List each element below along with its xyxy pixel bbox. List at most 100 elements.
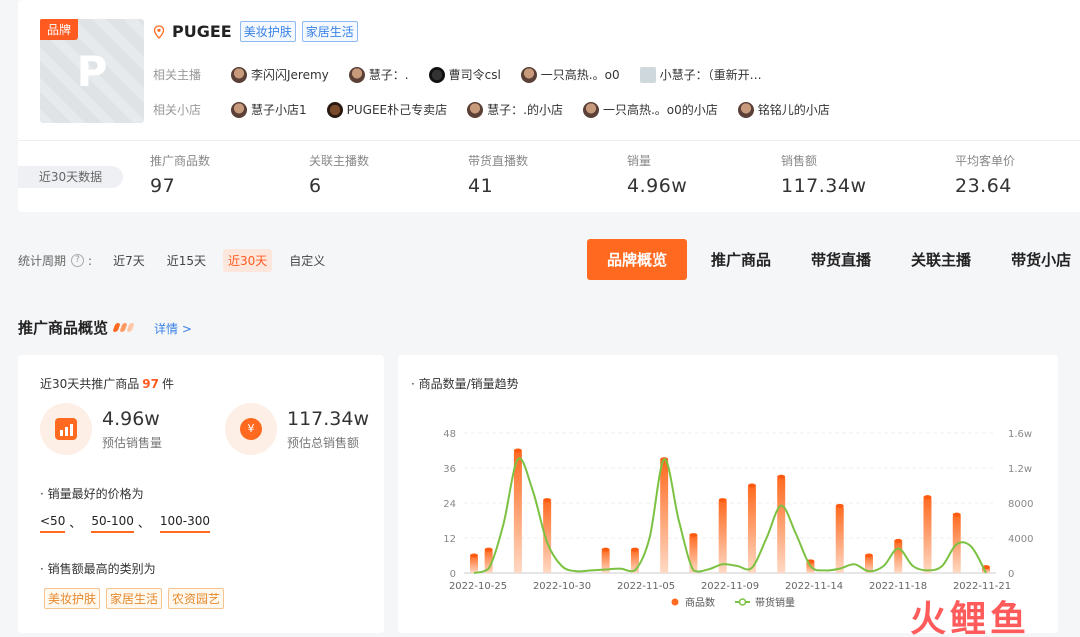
chart-bar	[747, 485, 756, 573]
chart-bar	[835, 505, 844, 573]
category-tag[interactable]: 美妆护肤	[44, 588, 101, 609]
tab-products[interactable]: 推广商品	[711, 249, 771, 270]
sales-label: 预估销售量	[102, 435, 163, 450]
chart-bar-cap	[894, 538, 903, 543]
related-anchor[interactable]: 小慧子：（重新开…	[639, 66, 762, 83]
related-anchors-row: 相关主播 李闪闪Jeremy 慧子：. 曹司令csl 一只高热.。o0 小慧子：…	[153, 66, 782, 83]
price-range-list: <50、 50-100、 100-300	[40, 514, 214, 533]
brand-name: PUGEE	[172, 22, 232, 41]
x-tick-label: 2022-11-09	[701, 581, 759, 592]
x-tick-label: 2022-11-05	[617, 581, 675, 592]
main-tabs: 品牌概览 推广商品 带货直播 关联主播 带货小店	[587, 239, 1071, 280]
avatar	[467, 101, 484, 118]
stat-lives: 带货直播数 41	[468, 154, 529, 197]
price-range: <50	[40, 514, 66, 533]
related-shop[interactable]: 一只高热.。o0的小店	[582, 101, 718, 118]
period-15d[interactable]: 近15天	[162, 249, 211, 272]
period-label: 统计周期	[18, 254, 67, 268]
chart-bar-cap	[835, 503, 844, 508]
y-right-tick-label: 4000	[1008, 534, 1033, 545]
tab-brand-overview[interactable]: 品牌概览	[587, 239, 688, 280]
period-selector: 统计周期 ? : 近7天 近15天 近30天 自定义	[18, 249, 330, 272]
avatar	[326, 101, 343, 118]
y-left-tick-label: 24	[443, 499, 456, 510]
chart-bar	[923, 497, 932, 573]
y-right-tick-label: 1.6w	[1008, 429, 1032, 440]
tab-shops[interactable]: 带货小店	[1011, 249, 1071, 270]
period-30d[interactable]: 近30天	[222, 249, 273, 272]
related-anchor[interactable]: 慧子：.	[348, 66, 409, 83]
category-tag[interactable]: 家居生活	[106, 588, 163, 609]
related-anchor[interactable]: 李闪闪Jeremy	[231, 66, 329, 83]
help-icon[interactable]: ?	[71, 254, 85, 267]
related-shop[interactable]: 铭铭儿的小店	[737, 101, 830, 118]
stat-avg-price: 平均客单价 23.64	[955, 154, 1016, 197]
avatar	[737, 101, 754, 118]
avatar	[520, 66, 537, 83]
period-7d[interactable]: 近7天	[108, 249, 150, 272]
brand-logo-letter: P	[76, 47, 108, 96]
chart-bar	[470, 555, 478, 573]
section-title: 推广商品概览	[18, 317, 135, 338]
section-deco-icon	[112, 323, 135, 332]
watermark-logo: 火鲤鱼	[910, 599, 1031, 637]
best-price-title: · 销量最好的价格为	[40, 487, 144, 501]
avatar	[231, 66, 247, 83]
stat-sales: 销量 4.96w	[627, 154, 688, 197]
kpi-revenue: ¥ 117.34w 预估总销售额	[225, 403, 369, 455]
yen-icon: ¥	[225, 403, 277, 455]
related-anchor[interactable]: 一只高热.。o0	[520, 66, 620, 83]
x-tick-label: 2022-10-25	[449, 581, 507, 592]
chart-bar-cap	[718, 498, 727, 503]
stats-period-label: 近30天数据	[18, 166, 123, 188]
summary-head: 近30天共推广商品 97 件	[40, 377, 174, 391]
related-anchors-label: 相关主播	[153, 68, 202, 82]
chart-bar	[689, 535, 698, 573]
brand-card: P 品牌 PUGEE 美妆护肤 家居生活 相关主播 李闪闪Jeremy 慧子：.…	[18, 0, 1080, 212]
chart-bar	[660, 459, 669, 573]
category-tag[interactable]: 农资园艺	[168, 588, 225, 609]
revenue-value: 117.34w	[287, 407, 370, 430]
related-shops-row: 相关小店 慧子小店1 PUGEE朴己专卖店 慧子：.的小店 一只高热.。o0的小…	[153, 101, 850, 118]
chart-bar-cap	[543, 498, 552, 503]
chart-bar-cap	[470, 553, 478, 558]
legend-line-label: 带货销量	[755, 596, 795, 609]
chart-bar-cap	[923, 495, 932, 500]
period-colon: :	[88, 253, 93, 268]
tab-live[interactable]: 带货直播	[811, 249, 871, 270]
chart-bar-cap	[952, 512, 961, 517]
related-shop[interactable]: PUGEE朴己专卖店	[326, 101, 447, 118]
chart-bar	[718, 500, 727, 573]
summary-card: 近30天共推广商品 97 件 4.96w 预估销售量 ¥ 117.34w 预估总销售…	[18, 355, 384, 633]
y-left-tick-label: 0	[450, 569, 456, 580]
section-detail-link[interactable]: 详情 >	[154, 320, 192, 337]
y-right-tick-label: 8000	[1008, 499, 1033, 510]
period-custom[interactable]: 自定义	[284, 249, 330, 272]
y-left-tick-label: 12	[443, 534, 456, 545]
chart-bar	[777, 476, 786, 573]
price-range: 100-300	[159, 514, 211, 533]
related-shop[interactable]: 慧子：.的小店	[467, 101, 563, 118]
brand-tag[interactable]: 家居生活	[301, 21, 358, 42]
chart-bar	[894, 540, 903, 573]
stat-anchors: 关联主播数 6	[309, 154, 370, 197]
avatar	[348, 66, 365, 83]
related-anchor[interactable]: 曹司令csl	[428, 66, 501, 83]
chart-bar-cap	[689, 533, 698, 538]
revenue-label: 预估总销售额	[287, 435, 360, 450]
legend-bar-marker	[671, 598, 679, 606]
kpi-sales: 4.96w 预估销售量	[40, 403, 162, 455]
brand-tag[interactable]: 美妆护肤	[239, 21, 296, 42]
avatar	[582, 101, 599, 118]
tab-anchors[interactable]: 关联主播	[911, 249, 971, 270]
y-left-tick-label: 48	[443, 429, 456, 440]
divider	[18, 140, 1080, 141]
brand-location-icon	[153, 24, 165, 39]
avatar	[639, 66, 656, 83]
price-range: 50-100	[91, 514, 134, 533]
chart-bar-cap	[630, 547, 639, 552]
stat-products: 推广商品数 97	[150, 154, 211, 197]
chart-bar-cap	[513, 448, 522, 453]
related-shop[interactable]: 慧子小店1	[231, 101, 307, 118]
legend-bar-label: 商品数	[685, 596, 715, 609]
